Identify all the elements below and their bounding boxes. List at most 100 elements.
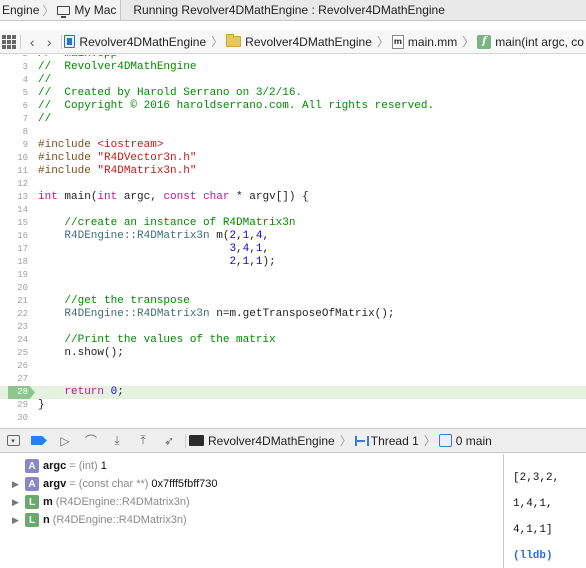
line-number: 16: [17, 231, 28, 241]
divider: [60, 34, 62, 49]
code-line[interactable]: 4 //: [0, 74, 586, 87]
simulate-location-button[interactable]: ➶: [159, 429, 179, 452]
debug-process[interactable]: Revolver4DMathEngine: [189, 434, 335, 448]
lldb-prompt[interactable]: (lldb): [513, 550, 586, 563]
chevron-right-icon: 〉: [339, 434, 352, 448]
line-number: 3: [22, 62, 28, 72]
variable-row[interactable]: A argc = (int) 1: [0, 457, 503, 475]
disclosure-triangle-icon[interactable]: ▶: [12, 515, 22, 526]
hide-debug-area-button[interactable]: ▾: [3, 429, 23, 452]
line-number: 26: [17, 361, 28, 371]
code-text: 3,4,1,: [229, 243, 270, 255]
code-line[interactable]: 14: [0, 204, 586, 217]
line-number: 5: [22, 88, 28, 98]
code-line[interactable]: 6 // Copyright © 2016 haroldserrano.com. …: [0, 100, 586, 113]
code-text: //: [38, 74, 52, 86]
frame-label: 0 main: [455, 433, 492, 448]
code-text: // Revolver4DMathEngine: [38, 61, 197, 73]
line-number: 17: [17, 244, 28, 254]
code-line[interactable]: 5 // Created by Harold Serrano on 3/2/16.: [0, 87, 586, 100]
related-items-button[interactable]: [0, 30, 17, 53]
line-number: 11: [17, 166, 28, 176]
code-line[interactable]: 21 //get the transpose: [0, 295, 586, 308]
debug-console[interactable]: [2,3,2, 1,4,1, 4,1,1] (lldb): [505, 454, 586, 568]
activity-bar: Engine 〉 My Mac Running Revolver4DMathEn…: [0, 0, 586, 21]
scheme-selector[interactable]: Engine 〉 My Mac: [0, 0, 122, 20]
breadcrumb-file[interactable]: m main.mm: [391, 34, 457, 49]
variable-row[interactable]: ▶ A argv = (const char **) 0x7fff5fbff73…: [0, 475, 503, 493]
line-number: 29: [17, 400, 28, 410]
code-line[interactable]: 20: [0, 282, 586, 295]
code-text: //Print the values of the matrix: [38, 334, 276, 346]
code-text: R4DEngine::R4DMatrix3n m(2,1,4,: [64, 230, 270, 242]
thread-label: Thread 1: [370, 433, 419, 448]
code-line[interactable]: 9 #include <iostream>: [0, 139, 586, 152]
code-line[interactable]: 16 R4DEngine::R4DMatrix3n m(2,1,4,: [0, 230, 586, 243]
line-number: 21: [17, 296, 28, 306]
forward-button[interactable]: ›: [41, 30, 58, 53]
code-line[interactable]: 17 3,4,1,: [0, 243, 586, 256]
line-number: 20: [17, 283, 28, 293]
code-line[interactable]: 24 //Print the values of the matrix: [0, 334, 586, 347]
line-number: 8: [22, 127, 28, 137]
thread-icon: [354, 435, 369, 447]
line-number: 19: [17, 270, 28, 280]
code-line[interactable]: 18 2,1,1);: [0, 256, 586, 269]
variable-row[interactable]: ▶ L n (R4DEngine::R4DMatrix3n): [0, 511, 503, 529]
breakpoints-toggle-button[interactable]: [29, 429, 49, 452]
debug-frame[interactable]: 0 main: [438, 433, 492, 448]
continue-button[interactable]: ▷: [55, 429, 75, 452]
variable-row[interactable]: ▶ L m (R4DEngine::R4DMatrix3n): [0, 493, 503, 511]
variable-type: = (const char **): [69, 478, 149, 490]
code-line[interactable]: 25 n.show();: [0, 347, 586, 360]
debug-thread[interactable]: Thread 1: [354, 433, 419, 448]
code-text: //create an instance of R4DMatrix3n: [38, 217, 296, 229]
line-number: 23: [17, 322, 28, 332]
code-text: #include "R4DVector3n.h": [38, 152, 197, 164]
disclosure-triangle-icon[interactable]: ▶: [12, 479, 22, 490]
back-button[interactable]: ‹: [24, 30, 41, 53]
line-number: 6: [22, 101, 28, 111]
code-text: R4DEngine::R4DMatrix3n n=m.getTransposeO…: [64, 308, 395, 320]
code-line[interactable]: 26: [0, 360, 586, 373]
chevron-right-icon: 〉: [423, 434, 436, 448]
step-into-button[interactable]: ⤓: [107, 429, 127, 452]
breadcrumb-group[interactable]: Revolver4DMathEngine: [226, 34, 372, 49]
chevron-right-icon: ›: [46, 33, 52, 50]
line-number: 18: [17, 257, 28, 267]
code-line[interactable]: 15 //create an instance of R4DMatrix3n: [0, 217, 586, 230]
grid-icon: [1, 34, 16, 49]
disclosure-triangle-icon[interactable]: ▶: [12, 497, 22, 508]
breadcrumb-symbol[interactable]: f main(int argc, co: [477, 34, 584, 49]
variables-view[interactable]: A argc = (int) 1 ▶ A argv = (const char …: [0, 454, 504, 568]
code-line[interactable]: 11 #include "R4DMatrix3n.h": [0, 165, 586, 178]
stack-frame-icon: [438, 434, 452, 447]
step-over-button[interactable]: ⌒: [81, 429, 101, 452]
source-editor[interactable]: 2// main.cpp3// Revolver4DMathEngine4//5…: [0, 55, 586, 425]
breadcrumb-project[interactable]: Revolver4DMathEngine: [64, 35, 206, 49]
breadcrumb-label: main(int argc, co: [495, 34, 584, 49]
chevron-right-icon: 〉: [376, 35, 389, 49]
code-line[interactable]: 29}: [0, 399, 586, 412]
chevron-left-icon: ‹: [29, 33, 35, 50]
code-line[interactable]: 22 R4DEngine::R4DMatrix3n n=m.getTranspo…: [0, 308, 586, 321]
code-line[interactable]: 30: [0, 412, 586, 425]
step-out-button[interactable]: ⤒: [133, 429, 153, 452]
console-output-line: [2,3,2,: [513, 472, 560, 484]
code-line[interactable]: 3 // Revolver4DMathEngine: [0, 61, 586, 74]
code-line[interactable]: 27: [0, 373, 586, 386]
code-line[interactable]: 7 //: [0, 113, 586, 126]
mac-icon: [57, 5, 71, 18]
step-over-icon: ⌒: [84, 434, 97, 448]
variable-name: m: [43, 496, 53, 508]
code-line[interactable]: 28 return 0;: [0, 386, 586, 399]
code-line[interactable]: 10 #include "R4DVector3n.h": [0, 152, 586, 165]
code-line[interactable]: 8: [0, 126, 586, 139]
console-output-line: 1,4,1,: [513, 498, 553, 510]
code-line[interactable]: 19: [0, 269, 586, 282]
code-line[interactable]: 23: [0, 321, 586, 334]
code-line[interactable]: 12: [0, 178, 586, 191]
step-into-icon: ⤓: [114, 433, 120, 447]
code-line[interactable]: 13 int main(int argc, const char * argv[]…: [0, 191, 586, 204]
step-out-icon: ⤒: [140, 433, 146, 447]
